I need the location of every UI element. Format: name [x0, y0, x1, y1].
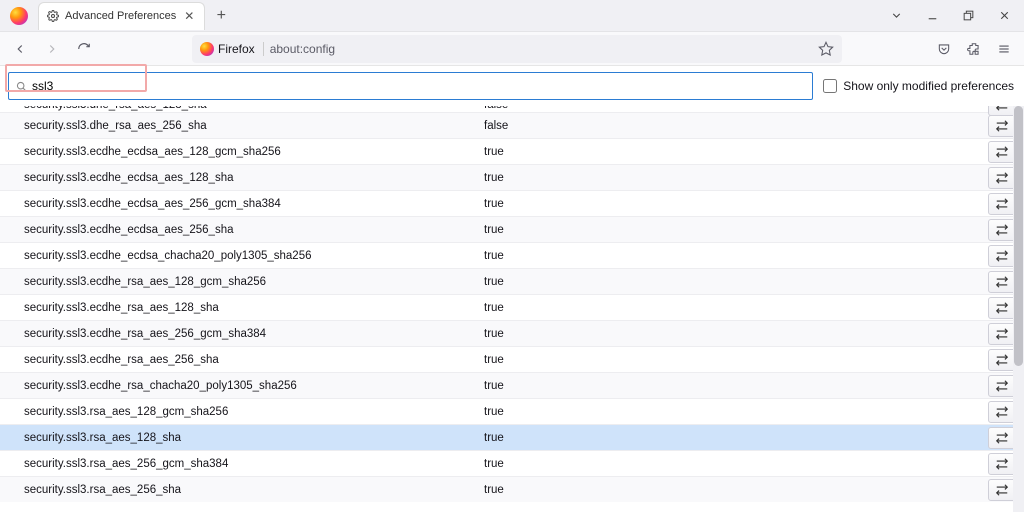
pref-value: true [484, 302, 988, 314]
toggle-button[interactable] [988, 297, 1016, 319]
tab-title: Advanced Preferences [65, 10, 176, 22]
scrollbar-thumb[interactable] [1014, 106, 1023, 366]
pref-name: security.ssl3.rsa_aes_128_gcm_sha256 [24, 406, 484, 418]
pref-name: security.ssl3.ecdhe_ecdsa_aes_128_sha [24, 172, 484, 184]
toggle-button[interactable] [988, 271, 1016, 293]
toggle-button[interactable] [988, 219, 1016, 241]
pref-row[interactable]: security.ssl3.rsa_aes_256_shatrue [0, 476, 1024, 502]
pref-name: security.ssl3.rsa_aes_256_gcm_sha384 [24, 458, 484, 470]
browser-tab[interactable]: Advanced Preferences ✕ [38, 2, 205, 30]
forward-button[interactable] [38, 35, 66, 63]
toggle-button[interactable] [988, 401, 1016, 423]
pref-row[interactable]: security.ssl3.ecdhe_ecdsa_aes_128_shatru… [0, 164, 1024, 190]
toggle-button[interactable] [988, 141, 1016, 163]
pref-name: security.ssl3.ecdhe_rsa_aes_128_sha [24, 302, 484, 314]
vertical-scrollbar[interactable] [1013, 106, 1024, 512]
nav-toolbar: Firefox about:config [0, 32, 1024, 66]
gear-icon [47, 10, 59, 22]
back-button[interactable] [6, 35, 34, 63]
url-identity[interactable]: Firefox [200, 42, 264, 56]
url-prefix: Firefox [218, 42, 264, 56]
pref-name: security.ssl3.ecdhe_ecdsa_aes_256_gcm_sh… [24, 198, 484, 210]
pref-row[interactable]: security.ssl3.ecdhe_ecdsa_aes_256_gcm_sh… [0, 190, 1024, 216]
pref-search-box[interactable] [8, 72, 813, 100]
pref-search-input[interactable] [32, 73, 806, 99]
toggle-button[interactable] [988, 479, 1016, 501]
firefox-logo-icon [10, 7, 28, 25]
pref-value: true [484, 484, 988, 496]
tab-strip: Advanced Preferences ✕ + [0, 0, 1024, 32]
window-minimize-button[interactable] [916, 2, 948, 30]
firefox-icon [200, 42, 214, 56]
pref-name: security.ssl3.rsa_aes_128_sha [24, 432, 484, 444]
extensions-button[interactable] [960, 35, 988, 63]
url-text: about:config [270, 42, 335, 56]
pref-value: true [484, 432, 988, 444]
reload-button[interactable] [70, 35, 98, 63]
pref-value: true [484, 328, 988, 340]
pref-value: true [484, 198, 988, 210]
pref-value: true [484, 354, 988, 366]
pref-row[interactable]: security.ssl3.ecdhe_ecdsa_aes_128_gcm_sh… [0, 138, 1024, 164]
pref-row[interactable]: security.ssl3.ecdhe_rsa_aes_128_gcm_sha2… [0, 268, 1024, 294]
toggle-button[interactable] [988, 323, 1016, 345]
pref-row[interactable]: security.ssl3.rsa_aes_256_gcm_sha384true [0, 450, 1024, 476]
show-modified-only-checkbox[interactable] [823, 79, 837, 93]
pref-name: security.ssl3.rsa_aes_256_sha [24, 484, 484, 496]
pref-value: true [484, 458, 988, 470]
pref-row[interactable]: security.ssl3.ecdhe_ecdsa_aes_256_shatru… [0, 216, 1024, 242]
pref-value: false [484, 120, 988, 132]
toggle-button[interactable] [988, 167, 1016, 189]
toggle-button[interactable] [988, 375, 1016, 397]
url-bar[interactable]: Firefox about:config [192, 35, 842, 63]
pref-name: security.ssl3.ecdhe_rsa_aes_128_gcm_sha2… [24, 276, 484, 288]
pref-name: security.ssl3.dhe_rsa_aes_128_sha [24, 106, 484, 111]
show-modified-only-label: Show only modified preferences [843, 79, 1014, 93]
pref-value: true [484, 380, 988, 392]
pref-row[interactable]: security.ssl3.ecdhe_ecdsa_chacha20_poly1… [0, 242, 1024, 268]
tab-close-button[interactable]: ✕ [182, 9, 196, 23]
toggle-button[interactable] [988, 427, 1016, 449]
toggle-button[interactable] [988, 245, 1016, 267]
pref-list[interactable]: security.ssl3.dhe_rsa_aes_128_shafalsese… [0, 106, 1024, 512]
window-close-button[interactable] [988, 2, 1020, 30]
window-restore-button[interactable] [952, 2, 984, 30]
about-config-content: Show only modified preferences security.… [0, 66, 1024, 512]
app-menu-button[interactable] [990, 35, 1018, 63]
show-modified-only[interactable]: Show only modified preferences [823, 79, 1014, 93]
pref-name: security.ssl3.ecdhe_rsa_aes_256_gcm_sha3… [24, 328, 484, 340]
pref-value: true [484, 406, 988, 418]
search-row: Show only modified preferences [0, 66, 1024, 106]
pref-name: security.ssl3.ecdhe_rsa_aes_256_sha [24, 354, 484, 366]
pref-value: true [484, 276, 988, 288]
pref-value: true [484, 172, 988, 184]
save-to-pocket-button[interactable] [930, 35, 958, 63]
toggle-button[interactable] [988, 193, 1016, 215]
pref-name: security.ssl3.ecdhe_rsa_chacha20_poly130… [24, 380, 484, 392]
pref-row[interactable]: security.ssl3.ecdhe_rsa_chacha20_poly130… [0, 372, 1024, 398]
pref-value: true [484, 146, 988, 158]
pref-row[interactable]: security.ssl3.rsa_aes_128_shatrue [0, 424, 1024, 450]
tabs-dropdown-button[interactable] [880, 2, 912, 30]
search-icon [15, 80, 28, 93]
pref-row[interactable]: security.ssl3.dhe_rsa_aes_256_shafalse [0, 112, 1024, 138]
pref-row[interactable]: security.ssl3.ecdhe_rsa_aes_128_shatrue [0, 294, 1024, 320]
bookmark-star-icon[interactable] [818, 41, 834, 57]
pref-value: false [484, 106, 988, 111]
pref-name: security.ssl3.dhe_rsa_aes_256_sha [24, 120, 484, 132]
toggle-button[interactable] [988, 115, 1016, 137]
pref-row[interactable]: security.ssl3.ecdhe_rsa_aes_256_gcm_sha3… [0, 320, 1024, 346]
new-tab-button[interactable]: + [209, 4, 233, 28]
pref-name: security.ssl3.ecdhe_ecdsa_chacha20_poly1… [24, 250, 484, 262]
pref-row[interactable]: security.ssl3.ecdhe_rsa_aes_256_shatrue [0, 346, 1024, 372]
toggle-button[interactable] [988, 453, 1016, 475]
toggle-button[interactable] [988, 349, 1016, 371]
pref-value: true [484, 224, 988, 236]
pref-row[interactable]: security.ssl3.rsa_aes_128_gcm_sha256true [0, 398, 1024, 424]
pref-name: security.ssl3.ecdhe_ecdsa_aes_256_sha [24, 224, 484, 236]
pref-value: true [484, 250, 988, 262]
pref-name: security.ssl3.ecdhe_ecdsa_aes_128_gcm_sh… [24, 146, 484, 158]
